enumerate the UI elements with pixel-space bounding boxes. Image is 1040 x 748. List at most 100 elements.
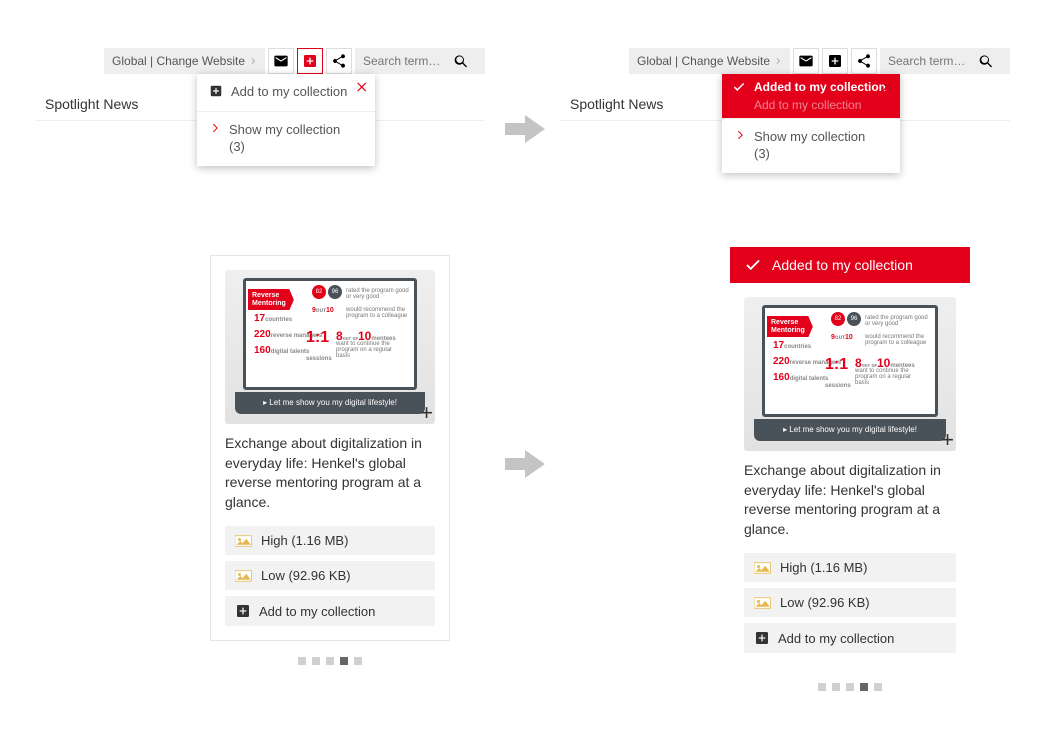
add-label: Add to my collection	[259, 604, 375, 619]
pager-dot[interactable]	[818, 683, 826, 691]
stat-160: 160digital talents	[254, 345, 309, 356]
add-label-disabled: Add to my collection	[722, 98, 900, 118]
share-icon	[331, 53, 347, 69]
mail-button[interactable]	[268, 48, 294, 74]
pager-dot[interactable]	[354, 657, 362, 665]
add-to-collection-button[interactable]: Add to my collection	[744, 623, 956, 653]
media-card-after: Added to my collection ReverseMentoring …	[730, 247, 970, 691]
card-image: ReverseMentoring 82 96 rated the program…	[225, 270, 435, 424]
show-collection-item[interactable]: Show my collection(3)	[722, 118, 900, 173]
card-image: ReverseMentoring 82 96 rated the program…	[744, 297, 956, 451]
laptop-banner: ▸ Let me show you my digital lifestyle!	[754, 419, 946, 441]
collection-dropdown: Add to my collection Show my collection(…	[197, 74, 375, 166]
image-file-icon	[235, 534, 253, 548]
search-box	[880, 48, 1010, 74]
chevron-right-icon	[249, 57, 257, 65]
added-banner-text: Added to my collection	[754, 80, 886, 94]
pager-dot[interactable]	[874, 683, 882, 691]
add-to-collection-button[interactable]: Add to my collection	[225, 596, 435, 626]
pager-dot-active[interactable]	[860, 683, 868, 691]
transition-arrow-icon	[505, 115, 545, 143]
image-file-icon	[754, 561, 772, 575]
chevron-right-icon	[734, 129, 746, 141]
bubble-82: 82	[312, 285, 326, 299]
zoom-plus-button[interactable]: +	[941, 427, 954, 451]
media-card-before: ReverseMentoring 82 96 rated the program…	[210, 255, 450, 665]
ribbon: ReverseMentoring	[248, 289, 294, 310]
pager-dot[interactable]	[298, 657, 306, 665]
nav-spotlight[interactable]: Spotlight News	[45, 96, 138, 112]
bubble-82: 82	[831, 312, 845, 326]
plus-square-icon	[754, 630, 770, 646]
plus-square-icon	[302, 53, 318, 69]
header-after: Global | Change Website Added to my coll…	[560, 48, 1010, 121]
pager	[210, 657, 450, 665]
check-icon	[744, 256, 762, 274]
close-icon	[355, 80, 369, 94]
plus-square-icon	[209, 84, 223, 98]
download-low-button[interactable]: Low (92.96 KB)	[744, 588, 956, 617]
eight-text: want to continue the program on a regula…	[336, 341, 396, 359]
pager-dot[interactable]	[832, 683, 840, 691]
image-file-icon	[754, 596, 772, 610]
pager-dot[interactable]	[326, 657, 334, 665]
share-button[interactable]	[851, 48, 877, 74]
search-input[interactable]	[888, 54, 978, 68]
pager	[730, 683, 970, 691]
mail-icon	[798, 53, 814, 69]
stat-9-10: 9ᴏᴜᴛ10	[312, 307, 334, 314]
download-low-button[interactable]: Low (92.96 KB)	[225, 561, 435, 590]
collection-button[interactable]	[297, 48, 323, 74]
image-file-icon	[235, 569, 253, 583]
bubble-96: 96	[328, 285, 342, 299]
close-dropdown-button[interactable]	[355, 80, 369, 94]
nine-text: would recommend the program to a colleag…	[346, 307, 410, 319]
change-website-button[interactable]: Global | Change Website	[629, 48, 790, 74]
check-icon	[732, 80, 746, 94]
stat-ratio: 1:1sessions	[306, 329, 332, 365]
stat-160: 160digital talents	[773, 372, 828, 383]
added-banner: Added to my collection	[722, 74, 900, 98]
stat-17: 17countries	[773, 340, 811, 351]
download-high-label: High (1.16 MB)	[261, 533, 348, 548]
nine-text: would recommend the program to a colleag…	[865, 334, 929, 346]
chevron-right-icon	[209, 122, 221, 134]
close-icon	[880, 80, 894, 94]
rated-text: rated the program good or very good	[346, 288, 410, 300]
card-description: Exchange about digitalization in everyda…	[744, 461, 956, 539]
ribbon: ReverseMentoring	[767, 316, 813, 337]
nav-spotlight[interactable]: Spotlight News	[570, 96, 663, 112]
change-website-button[interactable]: Global | Change Website	[104, 48, 265, 74]
laptop-banner: ▸ Let me show you my digital lifestyle!	[235, 392, 425, 414]
search-input[interactable]	[363, 54, 453, 68]
search-icon[interactable]	[453, 53, 469, 69]
download-low-label: Low (92.96 KB)	[780, 595, 870, 610]
pager-dot[interactable]	[312, 657, 320, 665]
transition-arrow-icon	[505, 450, 545, 478]
show-label: Show my collection(3)	[229, 122, 340, 156]
stat-ratio: 1:1sessions	[825, 356, 851, 392]
pager-dot[interactable]	[846, 683, 854, 691]
search-icon[interactable]	[978, 53, 994, 69]
card-description: Exchange about digitalization in everyda…	[225, 434, 435, 512]
pager-dot-active[interactable]	[340, 657, 348, 665]
download-high-button[interactable]: High (1.16 MB)	[225, 526, 435, 555]
download-high-label: High (1.16 MB)	[780, 560, 867, 575]
bubble-96: 96	[847, 312, 861, 326]
share-button[interactable]	[326, 48, 352, 74]
download-high-button[interactable]: High (1.16 MB)	[744, 553, 956, 582]
show-label: Show my collection(3)	[754, 129, 865, 163]
rated-text: rated the program good or very good	[865, 315, 929, 327]
mail-button[interactable]	[793, 48, 819, 74]
add-to-collection-item[interactable]: Add to my collection	[197, 74, 375, 111]
zoom-plus-button[interactable]: +	[420, 400, 433, 424]
show-collection-item[interactable]: Show my collection(3)	[197, 111, 375, 166]
collection-button[interactable]	[822, 48, 848, 74]
download-low-label: Low (92.96 KB)	[261, 568, 351, 583]
search-box	[355, 48, 485, 74]
change-website-label: Global | Change Website	[112, 54, 245, 68]
mail-icon	[273, 53, 289, 69]
share-icon	[856, 53, 872, 69]
close-dropdown-button[interactable]	[880, 80, 894, 94]
stat-9-10: 9ᴏᴜᴛ10	[831, 334, 853, 341]
